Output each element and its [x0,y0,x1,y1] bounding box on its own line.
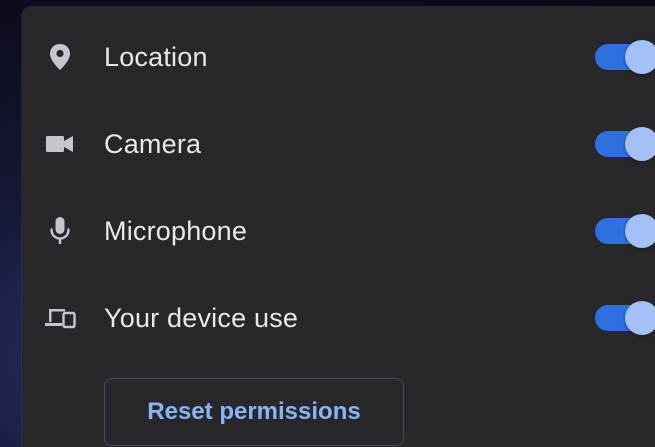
permission-label: Location [104,41,208,72]
toggle-knob [625,214,655,248]
permission-label: Your device use [104,302,299,333]
location-pin-icon [44,41,76,73]
microphone-toggle[interactable] [595,214,655,248]
device-use-toggle[interactable] [595,301,655,335]
reset-permissions-label: Reset permissions [147,398,361,425]
location-toggle[interactable] [595,40,655,74]
toggle-knob [625,40,655,74]
reset-permissions-button[interactable]: Reset permissions [104,378,404,446]
permission-row-location: Location [22,27,655,87]
camera-toggle[interactable] [595,127,655,161]
devices-icon [44,302,76,334]
microphone-icon [44,215,76,247]
permission-label: Microphone [104,215,248,246]
permissions-panel: Location Camera Microphone Your device u… [22,6,655,447]
toggle-knob [625,127,655,161]
camera-icon [44,128,76,160]
permission-row-microphone: Microphone [22,201,655,261]
permission-row-device-use: Your device use [22,288,655,348]
toggle-knob [625,301,655,335]
permission-label: Camera [104,128,202,159]
permission-row-camera: Camera [22,114,655,174]
